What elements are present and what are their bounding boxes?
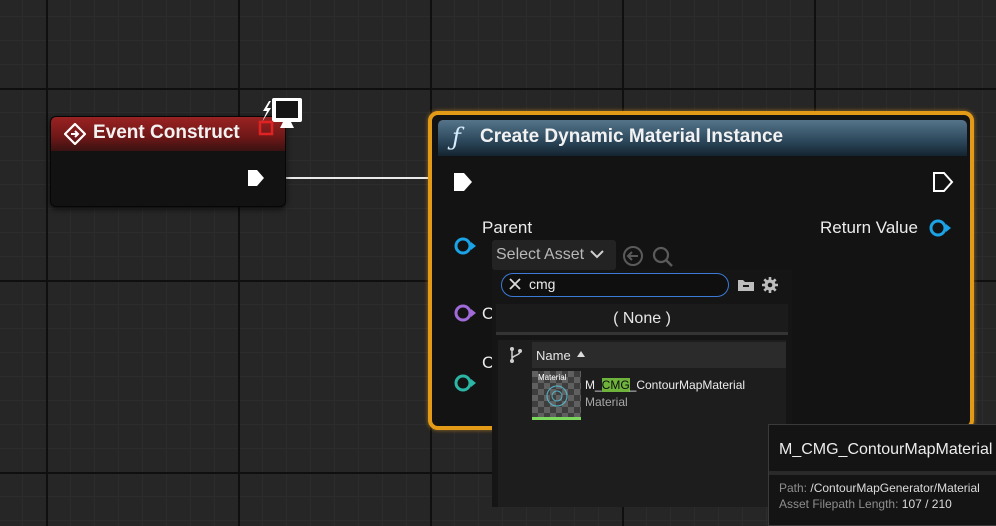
exec-output-pin[interactable] — [246, 168, 266, 188]
source-control-icon[interactable] — [508, 346, 524, 364]
chevron-down-icon — [590, 249, 604, 259]
folder-icon[interactable] — [737, 277, 755, 293]
client-only-icon — [257, 96, 305, 140]
interface-input-pin[interactable] — [453, 302, 477, 324]
asset-list[interactable]: Name Material M_CMG_ContourMapMaterial M… — [498, 340, 786, 507]
material-sphere-icon — [545, 384, 569, 408]
asset-type: Material — [585, 395, 628, 409]
exec-input-pin[interactable] — [452, 171, 474, 193]
return-value-label: Return Value — [820, 218, 918, 237]
parent-pin-label: Parent — [482, 218, 533, 237]
event-diamond-icon — [64, 123, 86, 145]
use-selected-asset-icon[interactable] — [622, 245, 646, 269]
clear-search-icon[interactable] — [509, 278, 521, 290]
exec-wire — [268, 177, 454, 179]
parent-pin[interactable] — [453, 235, 477, 257]
event-construct-node[interactable]: Event Construct — [50, 116, 286, 207]
filepath-length-value: 107 / 210 — [901, 497, 952, 511]
name-input-pin[interactable] — [453, 372, 477, 394]
thumbnail-label: Material — [538, 373, 567, 382]
browse-search-icon[interactable] — [651, 245, 675, 269]
select-asset-value: Select Asset — [496, 246, 585, 263]
path-value: /ContourMapGenerator/Material — [810, 481, 980, 495]
tooltip-title: M_CMG_ContourMapMaterial — [779, 441, 993, 458]
search-match-highlight: CMG — [601, 378, 630, 392]
function-node-header[interactable]: ƒ Create Dynamic Material Instance — [438, 120, 967, 156]
tooltip-path: Path: /ContourMapGenerator/Material — [779, 481, 980, 495]
name-column-label: Name — [536, 348, 571, 363]
name-column-header[interactable]: Name — [532, 342, 786, 368]
filepath-length-label: Asset Filepath Length: — [779, 497, 899, 511]
search-text: cmg — [529, 276, 556, 292]
asset-tooltip: M_CMG_ContourMapMaterial Path: /ContourM… — [768, 424, 996, 526]
sort-ascending-icon — [577, 351, 585, 357]
event-node-header[interactable]: Event Construct — [51, 117, 285, 151]
select-asset-dropdown[interactable]: Select Asset — [492, 240, 616, 270]
exec-output-pin[interactable] — [932, 171, 954, 193]
asset-name: M_CMG_ContourMapMaterial — [585, 378, 745, 392]
function-icon: ƒ — [452, 123, 461, 151]
settings-gear-icon[interactable] — [761, 276, 779, 294]
return-value-pin[interactable] — [928, 217, 952, 239]
path-label: Path: — [779, 481, 808, 495]
none-option-label: ( None ) — [613, 310, 671, 327]
asset-name-prefix: M_ — [585, 378, 602, 392]
asset-name-suffix: _ContourMapMaterial — [629, 378, 746, 392]
tooltip-filepath-length: Asset Filepath Length: 107 / 210 — [779, 497, 952, 511]
asset-list-item[interactable]: Material M_CMG_ContourMapMaterial Materi… — [498, 369, 786, 421]
asset-search-input[interactable]: cmg — [501, 273, 729, 297]
asset-picker-popup[interactable]: cmg ( None ) Name Material M_CMG_Contour… — [492, 270, 792, 507]
function-node-title: Create Dynamic Material Instance — [480, 126, 784, 147]
none-option[interactable]: ( None ) — [496, 304, 788, 335]
tooltip-divider — [769, 471, 996, 475]
event-node-title: Event Construct — [93, 122, 240, 143]
material-thumbnail: Material — [532, 371, 581, 420]
